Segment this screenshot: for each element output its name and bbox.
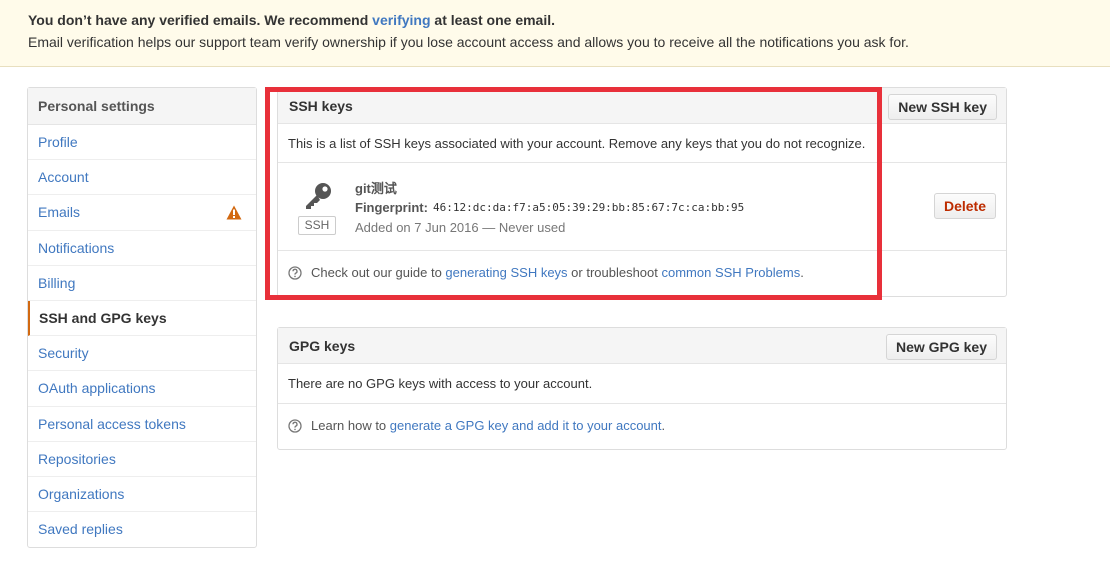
sidebar-item-personal-access-tokens[interactable]: Personal access tokens: [28, 407, 256, 442]
verifying-link[interactable]: verifying: [372, 12, 430, 28]
new-ssh-key-button[interactable]: New SSH key: [888, 94, 997, 120]
delete-ssh-key-button[interactable]: Delete: [933, 193, 996, 219]
generating-ssh-keys-link[interactable]: generating SSH keys: [445, 265, 567, 280]
fingerprint-label: Fingerprint:: [355, 200, 428, 215]
new-gpg-key-button[interactable]: New GPG key: [885, 334, 997, 360]
ssh-type-badge: SSH: [298, 216, 336, 235]
question-icon: [288, 266, 302, 280]
settings-sidebar: Personal settings Profile Account Emails…: [27, 87, 257, 549]
ssh-keys-header: SSH keys New SSH key: [278, 88, 1006, 124]
sidebar-item-notifications[interactable]: Notifications: [28, 231, 256, 266]
ssh-keys-panel: SSH keys New SSH key This is a list of S…: [277, 87, 1007, 297]
sidebar-item-security[interactable]: Security: [28, 336, 256, 372]
ssh-key-title: git测试: [355, 181, 397, 196]
ssh-key-added-info: Added on 7 Jun 2016 — Never used: [355, 220, 566, 235]
banner-description: Email verification helps our support tea…: [28, 34, 909, 50]
banner-title: You don’t have any verified emails. We r…: [28, 12, 556, 28]
sidebar-item-account[interactable]: Account: [28, 160, 256, 196]
gpg-keys-description: There are no GPG keys with access to you…: [278, 364, 1006, 404]
common-ssh-problems-link[interactable]: common SSH Problems: [662, 265, 801, 280]
sidebar-item-billing[interactable]: Billing: [28, 266, 256, 301]
generate-gpg-key-link[interactable]: generate a GPG key and add it to your ac…: [390, 418, 662, 433]
ssh-keys-title: SSH keys: [289, 98, 353, 114]
gpg-keys-title: GPG keys: [289, 338, 356, 354]
sidebar-item-ssh-gpg-keys[interactable]: SSH and GPG keys: [28, 300, 256, 337]
sidebar-item-emails[interactable]: Emails: [28, 195, 256, 231]
ssh-key-row: SSH git测试 Fingerprint: 46:12:dc:da:f7:a5…: [278, 163, 1006, 251]
question-icon: [288, 419, 302, 433]
sidebar-item-repositories[interactable]: Repositories: [28, 442, 256, 477]
sidebar-item-oauth-applications[interactable]: OAuth applications: [28, 371, 256, 407]
sidebar-item-label: Emails: [38, 204, 81, 221]
sidebar-item-organizations[interactable]: Organizations: [28, 477, 256, 513]
sidebar-item-saved-replies[interactable]: Saved replies: [28, 512, 256, 547]
email-verification-banner: You don’t have any verified emails. We r…: [0, 0, 1110, 67]
sidebar-heading: Personal settings: [28, 88, 256, 125]
fingerprint-value: 46:12:dc:da:f7:a5:05:39:29:bb:85:67:7c:c…: [433, 201, 745, 214]
gpg-help-text: Learn how to generate a GPG key and add …: [278, 404, 1006, 448]
sidebar-item-profile[interactable]: Profile: [28, 125, 256, 161]
warning-icon: [226, 205, 242, 220]
key-icon: [306, 183, 331, 209]
ssh-help-text: Check out our guide to generating SSH ke…: [278, 251, 1006, 295]
ssh-keys-description: This is a list of SSH keys associated wi…: [278, 124, 1006, 163]
gpg-keys-header: GPG keys New GPG key: [278, 328, 1006, 364]
gpg-keys-panel: GPG keys New GPG key There are no GPG ke…: [277, 327, 1007, 450]
